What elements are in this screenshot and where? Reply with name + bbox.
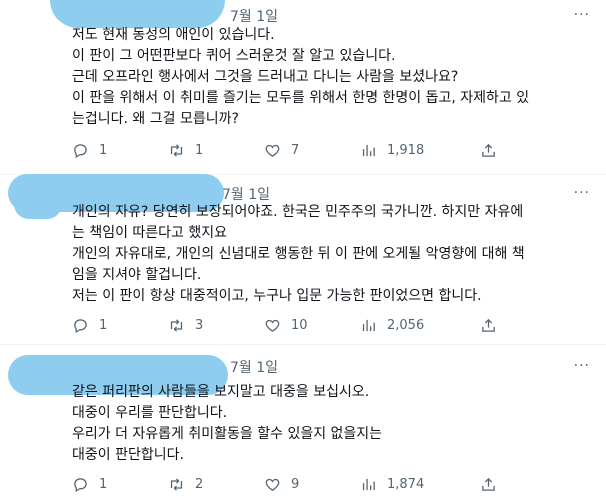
text-line: 는겁니다. 왜 그걸 모릅니까? [72, 111, 239, 127]
text-line: 개인의 자유대로, 개인의 신념대로 행동한 뒤 이 판에 오게될 악영향에 대… [72, 246, 525, 262]
share-icon [482, 477, 495, 491]
text-line: 대중이 판단합니다. [72, 447, 184, 463]
text-line: 이 판이 그 어떤판보다 퀴어 스러운것 잘 알고 있습니다. [72, 48, 396, 64]
like-icon [265, 319, 280, 332]
more-icon[interactable]: ··· [574, 186, 590, 200]
tweet-1[interactable]: 7월 1일 ··· 저도 현재 동성의 애인이 있습니다. 이 판이 그 어떤판… [0, 0, 606, 175]
reply-button[interactable]: 1 [72, 142, 107, 159]
redacted-header [50, 0, 225, 28]
reply-button[interactable]: 1 [72, 317, 107, 334]
views-button[interactable]: 1,874 [360, 476, 424, 493]
text-line: 우리가 더 자유롭게 취미활동을 할수 있을지 없을지는 [72, 426, 383, 442]
retweet-button[interactable]: 3 [168, 317, 203, 334]
reply-count: 1 [99, 477, 108, 492]
tweet-text: 같은 퍼리판의 사람들을 보지말고 대중을 보십시오. 대중이 우리를 판단합니… [72, 382, 584, 466]
share-button[interactable] [480, 476, 507, 493]
retweet-button[interactable]: 2 [168, 476, 203, 493]
views-count: 2,056 [387, 318, 425, 333]
like-icon [265, 478, 280, 491]
tweet-actions: 1 1 7 1,918 [72, 142, 512, 162]
retweet-icon [170, 144, 183, 157]
text-line: 저는 이 판이 항상 대중적이고, 누구나 입문 가능한 판이었으면 합니다. [72, 288, 482, 304]
like-button[interactable]: 7 [264, 142, 299, 159]
more-icon[interactable]: ··· [574, 8, 590, 22]
views-count: 1,874 [387, 477, 425, 492]
reply-icon [74, 478, 87, 493]
text-line: 같은 퍼리판의 사람들을 보지말고 대중을 보십시오. [72, 384, 370, 400]
share-icon [482, 318, 495, 332]
tweet-actions: 1 2 9 1,874 [72, 476, 512, 496]
text-line: 대중이 우리를 판단합니다. [72, 405, 228, 421]
text-line: 임을 지셔야 할겁니다. [72, 267, 202, 283]
retweet-icon [170, 478, 183, 491]
share-button[interactable] [480, 317, 507, 334]
like-count: 9 [291, 477, 300, 492]
reply-button[interactable]: 1 [72, 476, 107, 493]
share-button[interactable] [480, 142, 507, 159]
text-line: 개인의 자유? 당연히 보장되어야죠. 한국은 민주주의 국가니깐. 하지만 자… [72, 204, 524, 220]
redacted-avatar [14, 189, 62, 219]
text-line: 는 책임이 따른다고 했지요 [72, 225, 228, 241]
retweet-count: 2 [195, 477, 204, 492]
text-line: 저도 현재 동성의 애인이 있습니다. [72, 27, 275, 43]
text-line: 근데 오프라인 행사에서 그것을 드러내고 다니는 사람을 보셨나요? [72, 69, 459, 85]
retweet-button[interactable]: 1 [168, 142, 203, 159]
reply-count: 1 [99, 143, 108, 158]
reply-icon [74, 319, 87, 334]
tweet-date[interactable]: 7월 1일 [230, 357, 278, 377]
retweet-count: 1 [195, 143, 204, 158]
like-count: 10 [291, 318, 308, 333]
views-icon [362, 144, 375, 157]
like-button[interactable]: 10 [264, 317, 308, 334]
tweet-2[interactable]: 7월 1일 ··· 개인의 자유? 당연히 보장되어야죠. 한국은 민주주의 국… [0, 174, 606, 345]
retweet-icon [170, 319, 183, 332]
views-icon [362, 319, 375, 332]
like-icon [265, 144, 280, 157]
text-line: 이 판을 위해서 이 취미를 즐기는 모두를 위해서 한명 한명이 돕고, 자제… [72, 90, 530, 106]
tweet-actions: 1 3 10 2,056 [72, 317, 512, 337]
reply-count: 1 [99, 318, 108, 333]
tweet-3[interactable]: 7월 1일 ··· 같은 퍼리판의 사람들을 보지말고 대중을 보십시오. 대중… [0, 345, 606, 503]
views-button[interactable]: 1,918 [360, 142, 424, 159]
like-count: 7 [291, 143, 300, 158]
tweet-text: 개인의 자유? 당연히 보장되어야죠. 한국은 민주주의 국가니깐. 하지만 자… [72, 202, 584, 307]
retweet-count: 3 [195, 318, 204, 333]
tweet-date[interactable]: 7월 1일 [222, 184, 270, 204]
more-icon[interactable]: ··· [574, 359, 590, 373]
tweet-text: 저도 현재 동성의 애인이 있습니다. 이 판이 그 어떤판보다 퀴어 스러운것… [72, 25, 584, 130]
share-icon [482, 143, 495, 157]
views-count: 1,918 [387, 143, 425, 158]
views-icon [362, 478, 375, 491]
tweet-date[interactable]: 7월 1일 [230, 6, 278, 26]
views-button[interactable]: 2,056 [360, 317, 424, 334]
reply-icon [74, 144, 87, 159]
like-button[interactable]: 9 [264, 476, 299, 493]
